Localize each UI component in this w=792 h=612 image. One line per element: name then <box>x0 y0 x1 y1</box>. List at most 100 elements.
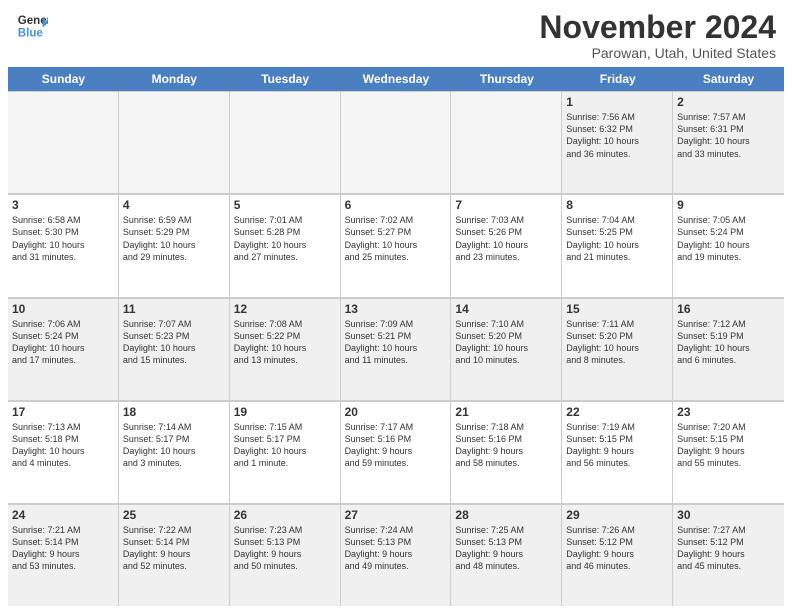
calendar-cell: 25Sunrise: 7:22 AM Sunset: 5:14 PM Dayli… <box>119 505 230 606</box>
location: Parowan, Utah, United States <box>539 45 776 61</box>
calendar-cell: 17 Sunrise: 7:13 AM Sunset: 5:18 PM Dayli… <box>8 402 119 503</box>
day-number: 15 <box>566 302 668 316</box>
title-block: November 2024 Parowan, Utah, United Stat… <box>539 10 776 61</box>
day-info: Sunrise: 7:57 AM Sunset: 6:31 PM Dayligh… <box>677 111 780 160</box>
day-number: 9 <box>677 198 780 212</box>
month-title: November 2024 <box>539 10 776 45</box>
calendar-cell: 1 Sunrise: 7:56 AM Sunset: 6:32 PM Daylig… <box>562 92 673 193</box>
svg-text:Blue: Blue <box>18 28 44 40</box>
calendar-cell: 24Sunrise: 7:21 AM Sunset: 5:14 PM Dayli… <box>8 505 119 606</box>
day-info: Sunrise: 7:17 AM Sunset: 5:16 PM Dayligh… <box>345 421 447 470</box>
day-number: 16 <box>677 302 780 316</box>
day-number: 13 <box>345 302 447 316</box>
day-info: Sunrise: 7:24 AM Sunset: 5:13 PM Dayligh… <box>345 524 447 573</box>
calendar-cell: 21Sunrise: 7:18 AM Sunset: 5:16 PM Dayli… <box>451 402 562 503</box>
header: General Blue November 2024 Parowan, Utah… <box>0 0 792 67</box>
calendar-cell: 3 Sunrise: 6:58 AM Sunset: 5:30 PM Daylig… <box>8 195 119 296</box>
day-number: 6 <box>345 198 447 212</box>
day-info: Sunrise: 7:02 AM Sunset: 5:27 PM Dayligh… <box>345 214 447 263</box>
day-info: Sunrise: 7:19 AM Sunset: 5:15 PM Dayligh… <box>566 421 668 470</box>
day-number: 21 <box>455 405 557 419</box>
day-info: Sunrise: 7:56 AM Sunset: 6:32 PM Dayligh… <box>566 111 668 160</box>
calendar-cell: 10 Sunrise: 7:06 AM Sunset: 5:24 PM Dayli… <box>8 299 119 400</box>
day-info: Sunrise: 7:23 AM Sunset: 5:13 PM Dayligh… <box>234 524 336 573</box>
day-number: 27 <box>345 508 447 522</box>
calendar-cell: 4Sunrise: 6:59 AM Sunset: 5:29 PM Daylig… <box>119 195 230 296</box>
day-of-week-header: Monday <box>119 67 230 91</box>
day-number: 18 <box>123 405 225 419</box>
day-number: 22 <box>566 405 668 419</box>
calendar-cell: 6 Sunrise: 7:02 AM Sunset: 5:27 PM Daylig… <box>341 195 452 296</box>
calendar-row: 24Sunrise: 7:21 AM Sunset: 5:14 PM Dayli… <box>8 504 784 606</box>
calendar-cell: 16 Sunrise: 7:12 AM Sunset: 5:19 PM Dayli… <box>673 299 784 400</box>
day-info: Sunrise: 7:03 AM Sunset: 5:26 PM Dayligh… <box>455 214 557 263</box>
day-info: Sunrise: 7:08 AM Sunset: 5:22 PM Dayligh… <box>234 318 336 367</box>
day-info: Sunrise: 7:27 AM Sunset: 5:12 PM Dayligh… <box>677 524 780 573</box>
calendar-cell: 8Sunrise: 7:04 AM Sunset: 5:25 PM Daylig… <box>562 195 673 296</box>
day-of-week-header: Thursday <box>451 67 562 91</box>
calendar-cell: 27 Sunrise: 7:24 AM Sunset: 5:13 PM Dayli… <box>341 505 452 606</box>
day-info: Sunrise: 7:21 AM Sunset: 5:14 PM Dayligh… <box>12 524 114 573</box>
calendar-cell: 9 Sunrise: 7:05 AM Sunset: 5:24 PM Daylig… <box>673 195 784 296</box>
calendar-cell: 20 Sunrise: 7:17 AM Sunset: 5:16 PM Dayli… <box>341 402 452 503</box>
day-number: 3 <box>12 198 114 212</box>
day-info: Sunrise: 7:06 AM Sunset: 5:24 PM Dayligh… <box>12 318 114 367</box>
day-info: Sunrise: 7:26 AM Sunset: 5:12 PM Dayligh… <box>566 524 668 573</box>
day-number: 17 <box>12 405 114 419</box>
day-of-week-header: Friday <box>562 67 673 91</box>
day-info: Sunrise: 7:22 AM Sunset: 5:14 PM Dayligh… <box>123 524 225 573</box>
day-info: Sunrise: 7:15 AM Sunset: 5:17 PM Dayligh… <box>234 421 336 470</box>
day-number: 5 <box>234 198 336 212</box>
calendar-cell: 14 Sunrise: 7:10 AM Sunset: 5:20 PM Dayli… <box>451 299 562 400</box>
day-info: Sunrise: 7:10 AM Sunset: 5:20 PM Dayligh… <box>455 318 557 367</box>
calendar-cell: 12Sunrise: 7:08 AM Sunset: 5:22 PM Dayli… <box>230 299 341 400</box>
day-number: 2 <box>677 95 780 109</box>
day-number: 8 <box>566 198 668 212</box>
calendar-cell: 18 Sunrise: 7:14 AM Sunset: 5:17 PM Dayli… <box>119 402 230 503</box>
calendar-row: 10 Sunrise: 7:06 AM Sunset: 5:24 PM Dayli… <box>8 298 784 401</box>
calendar-cell: 7 Sunrise: 7:03 AM Sunset: 5:26 PM Daylig… <box>451 195 562 296</box>
day-of-week-header: Sunday <box>8 67 119 91</box>
day-info: Sunrise: 7:14 AM Sunset: 5:17 PM Dayligh… <box>123 421 225 470</box>
day-number: 1 <box>566 95 668 109</box>
calendar-cell: 23Sunrise: 7:20 AM Sunset: 5:15 PM Dayli… <box>673 402 784 503</box>
day-info: Sunrise: 7:09 AM Sunset: 5:21 PM Dayligh… <box>345 318 447 367</box>
calendar-cell <box>119 92 230 193</box>
calendar-cell <box>230 92 341 193</box>
calendar-cell: 2 Sunrise: 7:57 AM Sunset: 6:31 PM Daylig… <box>673 92 784 193</box>
logo: General Blue <box>16 10 48 42</box>
day-info: Sunrise: 7:05 AM Sunset: 5:24 PM Dayligh… <box>677 214 780 263</box>
day-info: Sunrise: 7:01 AM Sunset: 5:28 PM Dayligh… <box>234 214 336 263</box>
calendar-row: 1 Sunrise: 7:56 AM Sunset: 6:32 PM Daylig… <box>8 91 784 194</box>
day-number: 10 <box>12 302 114 316</box>
logo-icon: General Blue <box>16 10 48 42</box>
day-of-week-header: Tuesday <box>230 67 341 91</box>
calendar-cell: 11Sunrise: 7:07 AM Sunset: 5:23 PM Dayli… <box>119 299 230 400</box>
day-number: 4 <box>123 198 225 212</box>
day-number: 14 <box>455 302 557 316</box>
calendar-body: 1 Sunrise: 7:56 AM Sunset: 6:32 PM Daylig… <box>8 91 784 606</box>
day-number: 19 <box>234 405 336 419</box>
day-info: Sunrise: 7:13 AM Sunset: 5:18 PM Dayligh… <box>12 421 114 470</box>
day-info: Sunrise: 7:07 AM Sunset: 5:23 PM Dayligh… <box>123 318 225 367</box>
calendar-header: SundayMondayTuesdayWednesdayThursdayFrid… <box>8 67 784 91</box>
day-number: 29 <box>566 508 668 522</box>
calendar-cell: 13 Sunrise: 7:09 AM Sunset: 5:21 PM Dayli… <box>341 299 452 400</box>
calendar-row: 17 Sunrise: 7:13 AM Sunset: 5:18 PM Dayli… <box>8 401 784 504</box>
day-number: 28 <box>455 508 557 522</box>
calendar-cell <box>451 92 562 193</box>
calendar-cell <box>8 92 119 193</box>
day-info: Sunrise: 7:20 AM Sunset: 5:15 PM Dayligh… <box>677 421 780 470</box>
day-info: Sunrise: 6:58 AM Sunset: 5:30 PM Dayligh… <box>12 214 114 263</box>
day-number: 7 <box>455 198 557 212</box>
calendar-cell: 28Sunrise: 7:25 AM Sunset: 5:13 PM Dayli… <box>451 505 562 606</box>
day-number: 20 <box>345 405 447 419</box>
calendar-cell: 22 Sunrise: 7:19 AM Sunset: 5:15 PM Dayli… <box>562 402 673 503</box>
calendar-row: 3 Sunrise: 6:58 AM Sunset: 5:30 PM Daylig… <box>8 194 784 297</box>
day-number: 26 <box>234 508 336 522</box>
calendar-cell: 29 Sunrise: 7:26 AM Sunset: 5:12 PM Dayli… <box>562 505 673 606</box>
calendar-cell <box>341 92 452 193</box>
day-info: Sunrise: 7:12 AM Sunset: 5:19 PM Dayligh… <box>677 318 780 367</box>
page-container: General Blue November 2024 Parowan, Utah… <box>0 0 792 612</box>
day-info: Sunrise: 7:11 AM Sunset: 5:20 PM Dayligh… <box>566 318 668 367</box>
